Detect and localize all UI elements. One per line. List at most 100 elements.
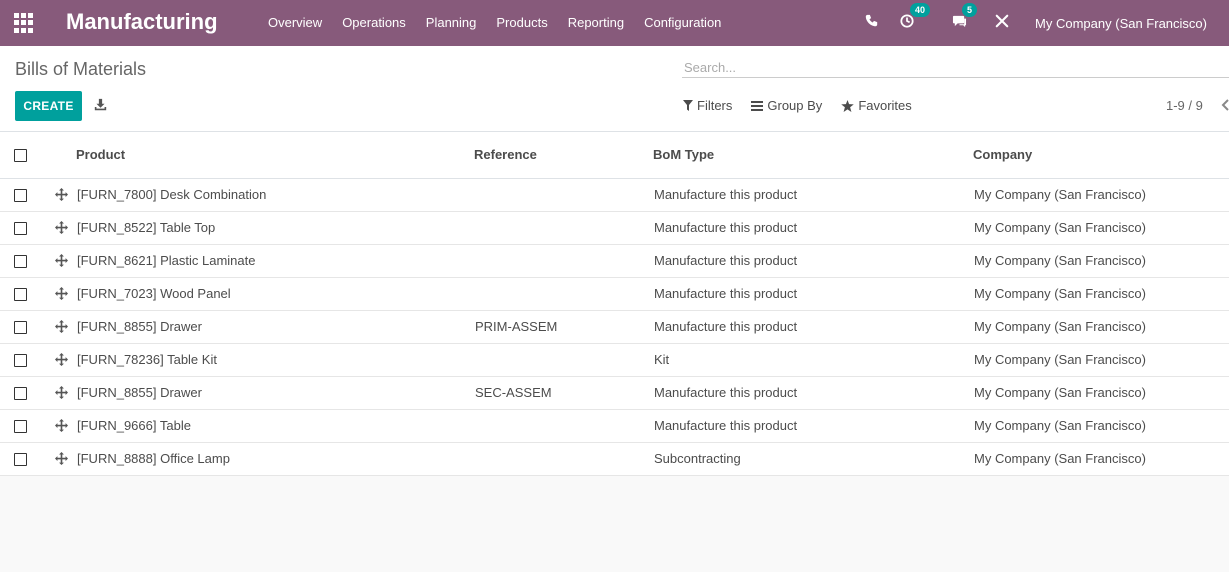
drag-handle-icon[interactable] — [42, 409, 76, 443]
row-checkbox[interactable] — [14, 321, 27, 335]
cell-reference[interactable] — [474, 211, 653, 245]
cell-reference[interactable] — [474, 178, 653, 212]
menu-item-planning[interactable]: Planning — [416, 0, 487, 46]
select-all-checkbox[interactable] — [14, 149, 27, 163]
table-row[interactable]: [FURN_8855] Drawer PRIM-ASSEM Manufacture … — [0, 310, 1229, 344]
table-row[interactable]: [FURN_7023] Wood Panel Manufacture this p… — [0, 277, 1229, 311]
cell-reference[interactable] — [474, 442, 653, 476]
control-panel: Bills of Materials CREATE Filters Group … — [0, 46, 1229, 132]
cell-reference[interactable]: PRIM-ASSEM — [474, 310, 653, 344]
search-input[interactable] — [682, 58, 1229, 78]
row-checkbox[interactable] — [14, 453, 27, 467]
cell-bom-type[interactable]: Manufacture this product — [653, 178, 973, 212]
column-header-product[interactable]: Product — [76, 132, 474, 179]
row-select-cell — [0, 442, 42, 476]
chat-icon[interactable]: 5 — [952, 2, 978, 33]
menu-item-overview[interactable]: Overview — [258, 0, 332, 46]
activities-clock-icon[interactable]: 40 — [900, 2, 931, 33]
table-row[interactable]: [FURN_8621] Plastic Laminate Manufacture … — [0, 244, 1229, 278]
cell-reference[interactable]: SEC-ASSEM — [474, 376, 653, 410]
app-title[interactable]: Manufacturing — [66, 9, 218, 35]
row-checkbox[interactable] — [14, 189, 27, 203]
cell-product[interactable]: [FURN_7800] Desk Combination — [76, 178, 474, 212]
systray: 40 5 My Company (San Francisco) — [865, 0, 1229, 46]
cell-company[interactable]: My Company (San Francisco) — [973, 277, 1229, 311]
cell-company[interactable]: My Company (San Francisco) — [973, 178, 1229, 212]
cell-reference[interactable] — [474, 277, 653, 311]
cell-company[interactable]: My Company (San Francisco) — [973, 409, 1229, 443]
column-header-company[interactable]: Company — [973, 132, 1229, 179]
column-header-reference[interactable]: Reference — [474, 132, 653, 179]
menu-item-operations[interactable]: Operations — [332, 0, 416, 46]
cell-reference[interactable] — [474, 244, 653, 278]
table-row[interactable]: [FURN_8522] Table Top Manufacture this pr… — [0, 211, 1229, 245]
drag-handle-icon[interactable] — [42, 244, 76, 278]
drag-handle-icon[interactable] — [42, 277, 76, 311]
phone-icon[interactable] — [865, 14, 878, 32]
row-checkbox[interactable] — [14, 354, 27, 368]
row-checkbox[interactable] — [14, 387, 27, 401]
filters-label: Filters — [697, 98, 733, 113]
bom-table: Product Reference BoM Type Company [FURN… — [0, 132, 1229, 476]
messages-badge: 5 — [962, 2, 978, 17]
table-row[interactable]: [FURN_7800] Desk Combination Manufacture … — [0, 178, 1229, 212]
cell-company[interactable]: My Company (San Francisco) — [973, 211, 1229, 245]
cell-company[interactable]: My Company (San Francisco) — [973, 310, 1229, 344]
cell-bom-type[interactable]: Manufacture this product — [653, 277, 973, 311]
cell-product[interactable]: [FURN_8855] Drawer — [76, 310, 474, 344]
drag-handle-icon[interactable] — [42, 310, 76, 344]
menu-item-products[interactable]: Products — [486, 0, 557, 46]
favorites-button[interactable]: Favorites — [841, 98, 912, 113]
row-checkbox[interactable] — [14, 420, 27, 434]
drag-handle-icon[interactable] — [42, 211, 76, 245]
select-all-cell — [0, 132, 42, 179]
cell-company[interactable]: My Company (San Francisco) — [973, 376, 1229, 410]
table-body: [FURN_7800] Desk Combination Manufacture … — [0, 178, 1229, 476]
cell-product[interactable]: [FURN_78236] Table Kit — [76, 343, 474, 377]
cell-bom-type[interactable]: Manufacture this product — [653, 211, 973, 245]
table-row[interactable]: [FURN_8888] Office Lamp Subcontracting My … — [0, 442, 1229, 476]
company-switcher[interactable]: My Company (San Francisco) — [1035, 16, 1229, 31]
cell-bom-type[interactable]: Manufacture this product — [653, 310, 973, 344]
row-checkbox[interactable] — [14, 222, 27, 236]
row-select-cell — [0, 310, 42, 344]
table-row[interactable]: [FURN_9666] Table Manufacture this produc… — [0, 409, 1229, 443]
cell-company[interactable]: My Company (San Francisco) — [973, 442, 1229, 476]
menu-item-reporting[interactable]: Reporting — [558, 0, 634, 46]
menu-item-configuration[interactable]: Configuration — [634, 0, 731, 46]
cell-product[interactable]: [FURN_9666] Table — [76, 409, 474, 443]
cell-company[interactable]: My Company (San Francisco) — [973, 244, 1229, 278]
group-by-button[interactable]: Group By — [751, 98, 822, 113]
row-checkbox[interactable] — [14, 255, 27, 269]
table-row[interactable]: [FURN_78236] Table Kit Kit My Company (San… — [0, 343, 1229, 377]
cell-reference[interactable] — [474, 409, 653, 443]
create-button[interactable]: CREATE — [15, 91, 82, 121]
cell-company[interactable]: My Company (San Francisco) — [973, 343, 1229, 377]
drag-handle-icon[interactable] — [42, 343, 76, 377]
apps-grid-icon[interactable] — [14, 13, 34, 33]
table-row[interactable]: [FURN_8855] Drawer SEC-ASSEM Manufacture t… — [0, 376, 1229, 410]
drag-handle-icon[interactable] — [42, 376, 76, 410]
breadcrumb: Bills of Materials — [15, 59, 147, 79]
tools-icon[interactable] — [995, 14, 1009, 33]
filters-button[interactable]: Filters — [683, 98, 732, 113]
column-header-bom-type[interactable]: BoM Type — [653, 132, 973, 179]
cell-product[interactable]: [FURN_8888] Office Lamp — [76, 442, 474, 476]
cell-product[interactable]: [FURN_8855] Drawer — [76, 376, 474, 410]
cell-bom-type[interactable]: Manufacture this product — [653, 244, 973, 278]
star-icon — [841, 99, 855, 112]
row-checkbox[interactable] — [14, 288, 27, 302]
cell-bom-type[interactable]: Manufacture this product — [653, 376, 973, 410]
chevron-left-icon[interactable] — [1221, 98, 1229, 112]
download-icon[interactable] — [94, 98, 108, 112]
pager-value[interactable]: 1-9 / 9 — [1166, 98, 1203, 113]
cell-bom-type[interactable]: Kit — [653, 343, 973, 377]
drag-handle-icon[interactable] — [42, 178, 76, 212]
cell-product[interactable]: [FURN_7023] Wood Panel — [76, 277, 474, 311]
cell-bom-type[interactable]: Manufacture this product — [653, 409, 973, 443]
cell-product[interactable]: [FURN_8522] Table Top — [76, 211, 474, 245]
drag-handle-icon[interactable] — [42, 442, 76, 476]
cell-reference[interactable] — [474, 343, 653, 377]
cell-bom-type[interactable]: Subcontracting — [653, 442, 973, 476]
cell-product[interactable]: [FURN_8621] Plastic Laminate — [76, 244, 474, 278]
